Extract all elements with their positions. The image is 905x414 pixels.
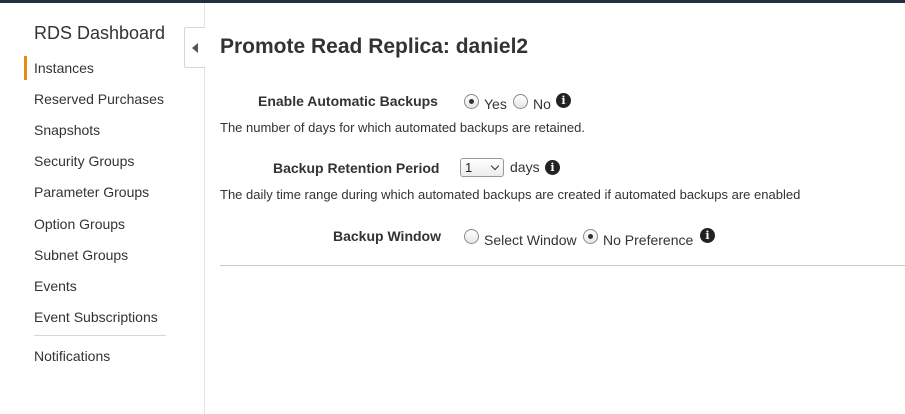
retention-period-value: 1	[465, 160, 473, 175]
sidebar-item-option-groups[interactable]: Option Groups	[34, 216, 125, 232]
backup-window-label: Backup Window	[333, 228, 441, 244]
sidebar: RDS Dashboard Instances Reserved Purchas…	[0, 3, 205, 414]
info-icon[interactable]: i	[700, 228, 715, 243]
sidebar-item-instances[interactable]: Instances	[24, 56, 94, 80]
sidebar-item-security-groups[interactable]: Security Groups	[34, 153, 134, 169]
sidebar-item-events[interactable]: Events	[34, 278, 77, 294]
window-select-label[interactable]: Select Window	[484, 232, 577, 248]
sidebar-item-subnet-groups[interactable]: Subnet Groups	[34, 247, 128, 263]
chevron-down-icon	[490, 161, 500, 171]
backups-yes-label[interactable]: Yes	[484, 96, 507, 112]
retention-period-label: Backup Retention Period	[273, 160, 440, 176]
backups-help-text: The number of days for which automated b…	[220, 120, 585, 135]
form-divider	[220, 265, 905, 266]
collapse-left-icon	[192, 42, 198, 53]
info-icon[interactable]: i	[545, 160, 560, 175]
retention-help-text: The daily time range during which automa…	[220, 187, 801, 202]
enable-backups-label: Enable Automatic Backups	[258, 93, 438, 109]
backups-no-label[interactable]: No	[533, 96, 551, 112]
sidebar-item-event-subscriptions[interactable]: Event Subscriptions	[34, 309, 158, 325]
backups-yes-radio[interactable]	[464, 94, 479, 109]
window-no-preference-label[interactable]: No Preference	[603, 232, 693, 248]
info-icon[interactable]: i	[556, 93, 571, 108]
sidebar-collapse-button[interactable]	[184, 27, 205, 68]
sidebar-item-parameter-groups[interactable]: Parameter Groups	[34, 184, 149, 200]
sidebar-item-snapshots[interactable]: Snapshots	[34, 122, 100, 138]
sidebar-divider	[34, 335, 166, 336]
sidebar-item-reserved-purchases[interactable]: Reserved Purchases	[34, 91, 164, 107]
backups-no-radio[interactable]	[513, 94, 528, 109]
retention-unit: days	[510, 159, 540, 175]
sidebar-item-notifications[interactable]: Notifications	[34, 348, 110, 364]
sidebar-title: RDS Dashboard	[34, 23, 166, 43]
page-title: Promote Read Replica: daniel2	[220, 35, 529, 58]
window-no-preference-radio[interactable]	[583, 229, 598, 244]
retention-period-select[interactable]: 1	[460, 158, 504, 177]
window-select-radio[interactable]	[464, 229, 479, 244]
